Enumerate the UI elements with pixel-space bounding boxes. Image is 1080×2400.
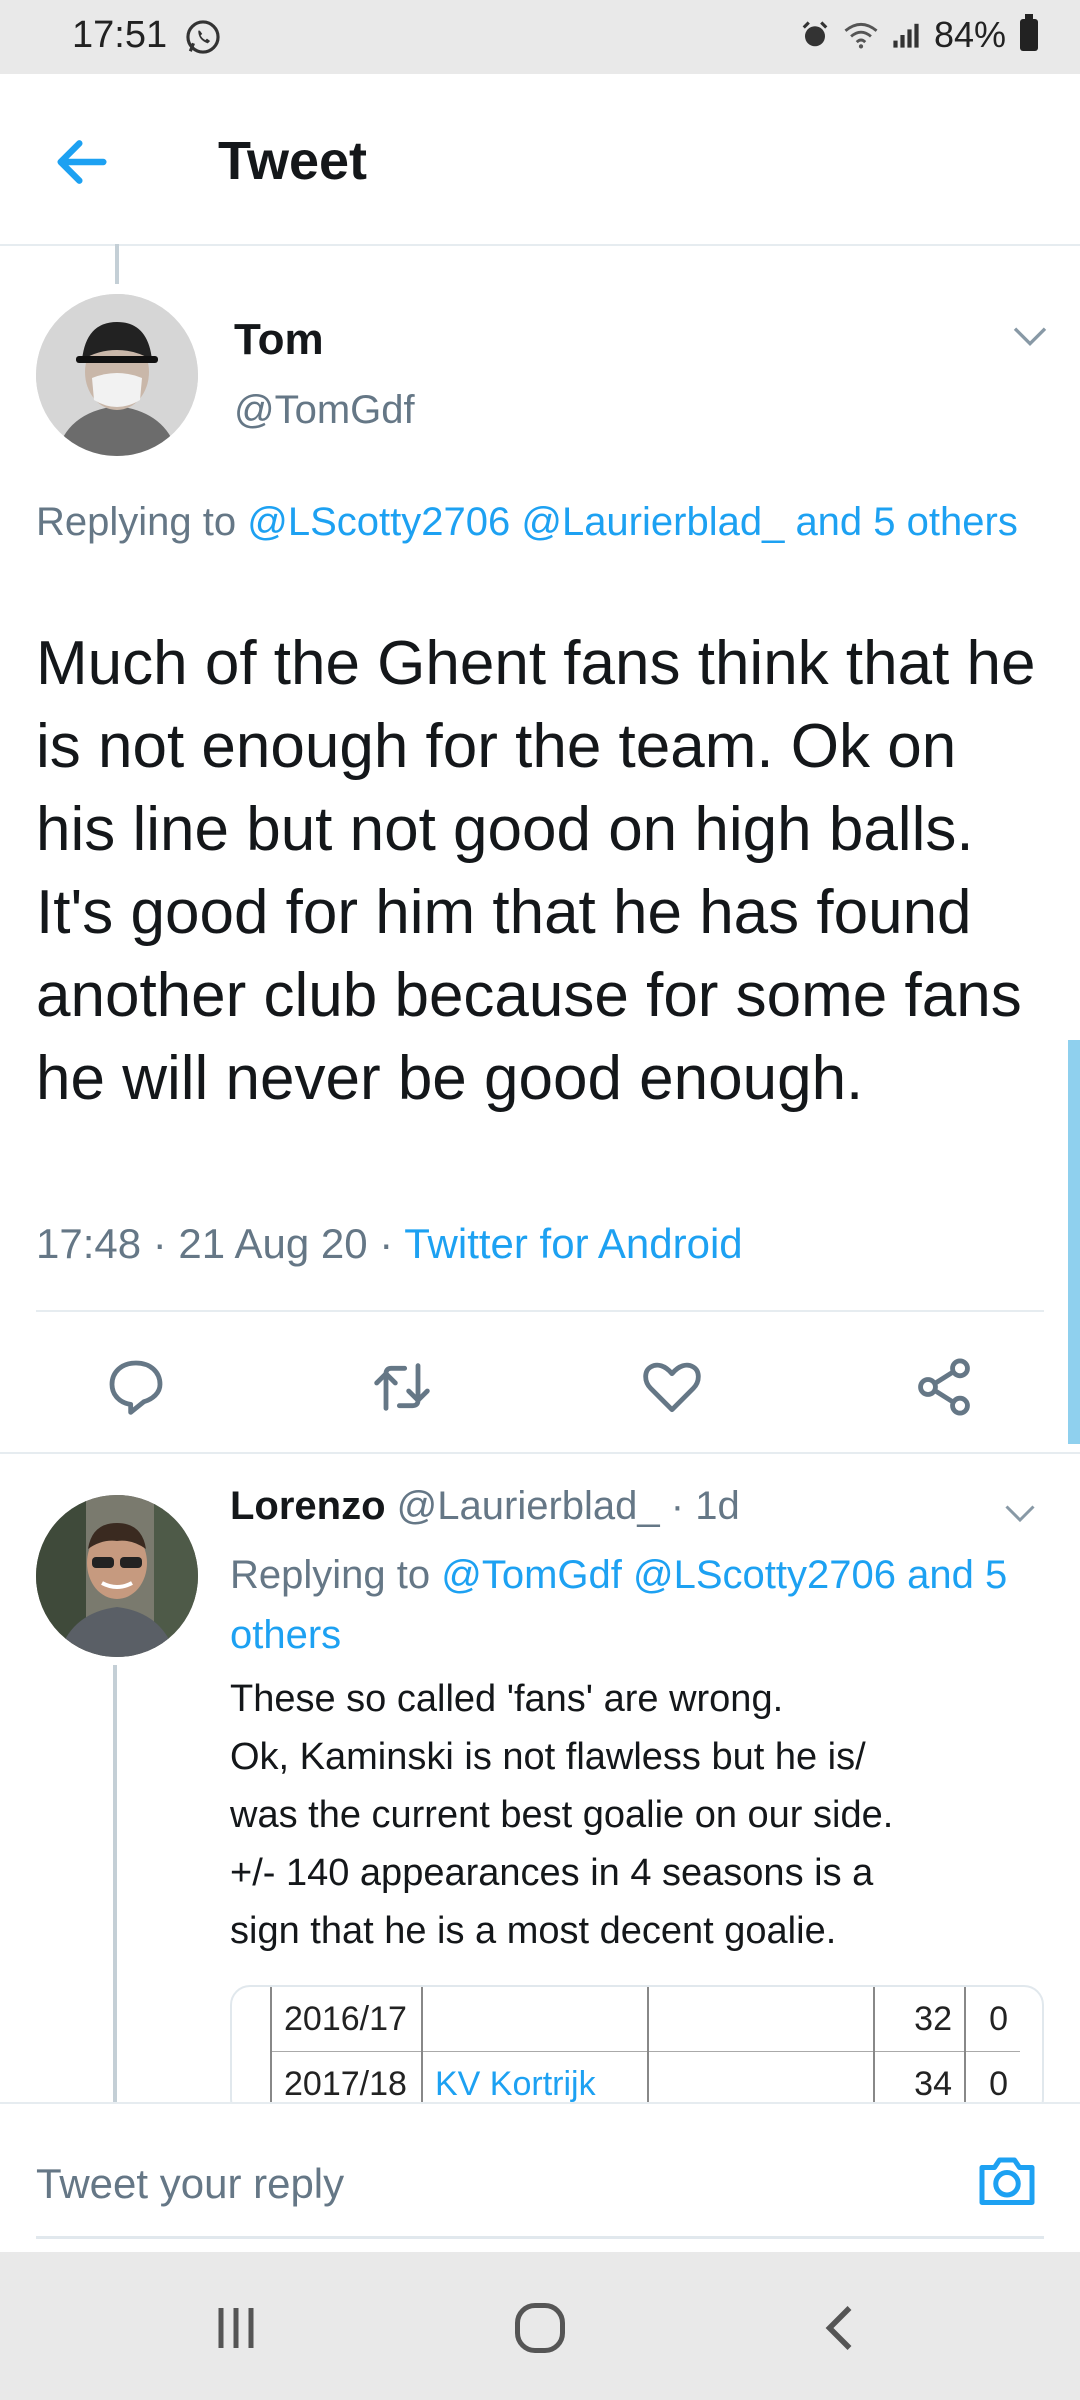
table-row: 2016/17 32 0 xyxy=(270,1987,1020,2052)
author-name[interactable]: Tom xyxy=(234,315,324,365)
reply-header: Lorenzo @Laurierblad_ · 1d xyxy=(230,1484,740,1529)
thread-line xyxy=(113,1665,117,2105)
status-right: 84% xyxy=(800,14,1038,56)
like-icon[interactable] xyxy=(640,1355,704,1419)
table-cell: 32 xyxy=(873,1987,965,2052)
reply-text-line: sign that he is a most decent goalie. xyxy=(230,1910,837,1952)
status-bar: 17:51 84% xyxy=(0,0,1080,74)
alarm-icon xyxy=(802,21,828,47)
camera-icon[interactable] xyxy=(974,2150,1040,2210)
thread-line xyxy=(115,244,119,284)
chevron-down-icon[interactable] xyxy=(1010,322,1050,352)
table-cell: 0 xyxy=(964,1987,1020,2052)
reply-age: · 1d xyxy=(659,1484,740,1528)
reply-replying-to: Replying to @TomGdf @LScotty2706 and 5 o… xyxy=(230,1545,1030,1665)
system-nav-bar xyxy=(0,2252,1080,2400)
back-nav-icon[interactable] xyxy=(812,2298,872,2358)
battery-icon xyxy=(1020,14,1038,51)
reply-avatar-image xyxy=(36,1495,198,1657)
table-cell xyxy=(421,1987,648,2052)
reply-text: These so called 'fans' are wrong. Ok, Ka… xyxy=(230,1670,1060,1960)
divider xyxy=(0,1452,1080,1454)
reply-text-line: +/- 140 appearances in 4 seasons is a xyxy=(230,1852,874,1894)
replying-to: Replying to @LScotty2706 @Laurierblad_ a… xyxy=(36,492,1036,552)
scrollbar[interactable] xyxy=(1068,1040,1080,1444)
tweet-meta: 17:48 · 21 Aug 20 · Twitter for Android xyxy=(36,1220,743,1268)
reply-avatar[interactable] xyxy=(36,1495,198,1657)
battery-percent: 84% xyxy=(933,14,1006,55)
reply-composer xyxy=(0,2102,1080,2254)
table-cell: 2016/17 xyxy=(270,1987,422,2052)
reply-text-line: was the current best goalie on our side. xyxy=(230,1794,894,1836)
whatsapp-icon xyxy=(186,20,220,54)
avatar[interactable] xyxy=(36,294,198,456)
wifi-icon xyxy=(844,22,878,49)
table-cell xyxy=(647,1987,874,2052)
status-time: 17:51 xyxy=(72,14,168,56)
recent-apps-icon[interactable] xyxy=(206,2298,266,2358)
reply-input[interactable] xyxy=(36,2160,836,2208)
tweet-client[interactable]: Twitter for Android xyxy=(404,1220,742,1267)
chevron-down-icon[interactable] xyxy=(1002,1500,1038,1528)
replying-prefix: Replying to xyxy=(230,1553,442,1597)
tweet-time: 17:48 · 21 Aug 20 · xyxy=(36,1220,405,1267)
share-icon[interactable] xyxy=(912,1355,976,1419)
app-header: Tweet xyxy=(0,74,1080,246)
page-title: Tweet xyxy=(218,131,368,191)
input-underline xyxy=(36,2236,1044,2239)
avatar-image xyxy=(36,294,198,456)
reply-icon[interactable] xyxy=(104,1355,168,1419)
divider xyxy=(36,1310,1044,1312)
home-icon[interactable] xyxy=(510,2298,570,2358)
replying-links[interactable]: @LScotty2706 @Laurierblad_ and 5 others xyxy=(247,500,1018,544)
back-arrow-icon[interactable] xyxy=(50,130,114,194)
signal-icon xyxy=(893,23,919,48)
media-card[interactable]: 2016/17 32 0 2017/18 KV Kortrijk 34 0 xyxy=(230,1985,1044,2119)
stats-table: 2016/17 32 0 2017/18 KV Kortrijk 34 0 xyxy=(270,1987,1020,2117)
retweet-icon[interactable] xyxy=(370,1355,434,1419)
tweet-text: Much of the Ghent fans think that he is … xyxy=(36,629,1036,1113)
reply-author-name[interactable]: Lorenzo xyxy=(230,1484,386,1528)
author-handle[interactable]: @TomGdf xyxy=(234,388,415,433)
replying-prefix: Replying to xyxy=(36,500,248,544)
reply-author-handle[interactable]: @Laurierblad_ xyxy=(397,1484,660,1528)
reply-text-line: These so called 'fans' are wrong. xyxy=(230,1678,784,1720)
reply-text-line: Ok, Kaminski is not flawless but he is/ xyxy=(230,1736,866,1778)
